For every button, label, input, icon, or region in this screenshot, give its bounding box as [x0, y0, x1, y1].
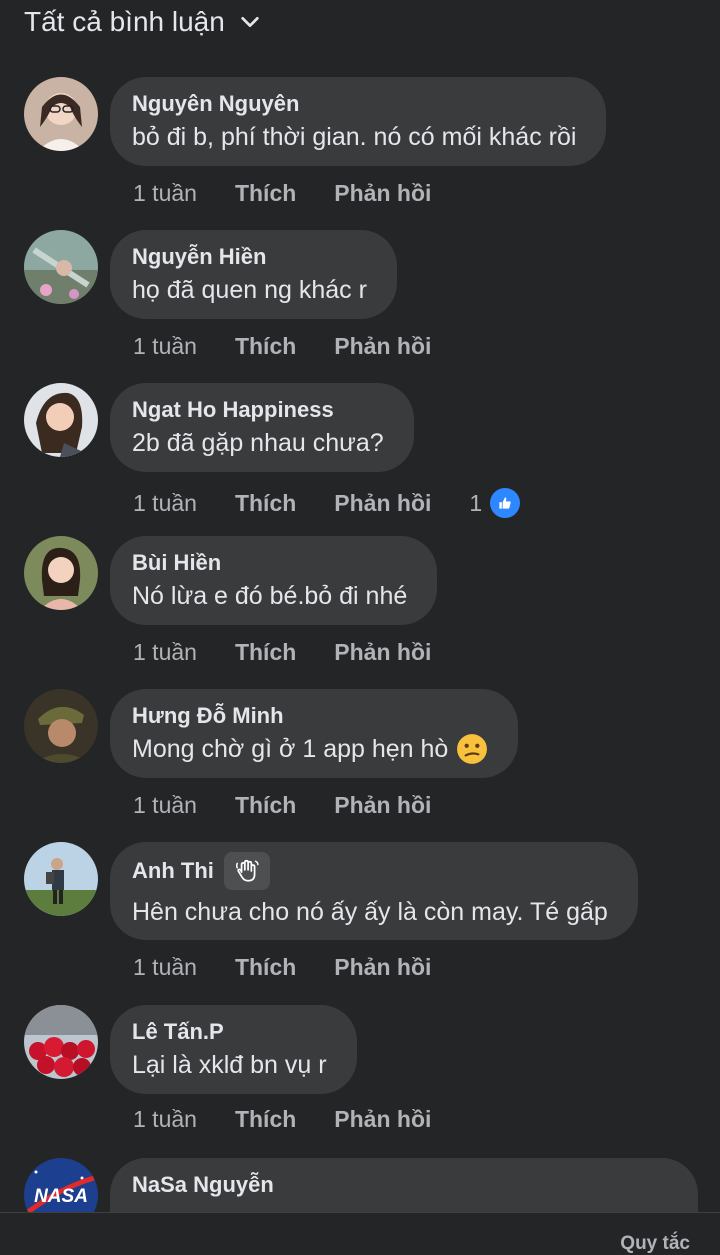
commenter-name[interactable]: Ngat Ho Happiness: [132, 395, 384, 425]
comment-actions: 1 tuần Thích Phản hồi: [133, 180, 431, 207]
reply-button[interactable]: Phản hồi: [334, 954, 431, 981]
comment-time[interactable]: 1 tuần: [133, 954, 197, 981]
comment-actions: 1 tuần Thích Phản hồi: [133, 792, 431, 819]
comment-actions: 1 tuần Thích Phản hồi 1: [133, 486, 523, 520]
comment-bubble: Hưng Đỗ Minh Mong chờ gì ở 1 app hẹn hò: [110, 689, 519, 778]
reaction-count[interactable]: 1: [469, 486, 523, 520]
comment-text: Nó lừa e đó bé.bỏ đi nhé: [132, 582, 408, 610]
comment-bubble: Anh Thi Hên chưa cho nó ấy ấy là còn may…: [110, 842, 638, 940]
avatar[interactable]: [24, 689, 98, 763]
like-button[interactable]: Thích: [235, 1106, 296, 1133]
avatar[interactable]: [24, 536, 98, 610]
confused-face-icon: [457, 734, 488, 764]
like-button[interactable]: Thích: [235, 954, 296, 981]
comment-bubble: Ngat Ho Happiness 2b đã gặp nhau chưa?: [110, 383, 414, 472]
commenter-name[interactable]: Bùi Hiền: [132, 548, 407, 578]
comment-actions: 1 tuần Thích Phản hồi: [133, 639, 431, 666]
comment-text: họ đã quen ng khác r: [132, 276, 367, 304]
avatar[interactable]: [24, 1005, 98, 1079]
chevron-down-icon: [241, 16, 259, 28]
like-button[interactable]: Thích: [235, 490, 296, 517]
comment-time[interactable]: 1 tuần: [133, 792, 197, 819]
commenter-name[interactable]: Lê Tấn.P: [132, 1017, 327, 1047]
reply-button[interactable]: Phản hồi: [334, 490, 431, 517]
avatar[interactable]: [24, 383, 98, 457]
reply-button[interactable]: Phản hồi: [334, 1106, 431, 1133]
comment-time[interactable]: 1 tuần: [133, 490, 197, 517]
comment-text: bỏ đi b, phí thời gian. nó có mối khác r…: [132, 123, 577, 151]
like-button[interactable]: Thích: [235, 639, 296, 666]
reply-button[interactable]: Phản hồi: [334, 639, 431, 666]
comment-time[interactable]: 1 tuần: [133, 1106, 197, 1133]
like-button[interactable]: Thích: [235, 180, 296, 207]
avatar[interactable]: [24, 230, 98, 304]
comment-bubble: Nguyên Nguyên bỏ đi b, phí thời gian. nó…: [110, 77, 607, 166]
reaction-count-value: 1: [469, 489, 483, 516]
commenter-name[interactable]: Anh Thi: [132, 852, 608, 890]
commenter-name[interactable]: Nguyễn Hiền: [132, 242, 367, 272]
top-fan-wave-icon[interactable]: [223, 852, 270, 890]
comment-filter-dropdown[interactable]: Tất cả bình luận: [24, 4, 261, 40]
reply-button[interactable]: Phản hồi: [334, 792, 431, 819]
like-button[interactable]: Thích: [235, 333, 296, 360]
comment-text: 2b đã gặp nhau chưa?: [132, 429, 384, 457]
comment-text: Mong chờ gì ở 1 app hẹn hò: [132, 731, 488, 767]
comment-bubble: Nguyễn Hiền họ đã quen ng khác r: [110, 230, 397, 319]
thumbs-up-icon: [488, 486, 523, 520]
comment-actions: 1 tuần Thích Phản hồi: [133, 954, 431, 981]
comment-time[interactable]: 1 tuần: [133, 333, 197, 360]
comment-actions: 1 tuần Thích Phản hồi: [133, 1106, 431, 1133]
comment-time[interactable]: 1 tuần: [133, 639, 197, 666]
reply-button[interactable]: Phản hồi: [334, 180, 431, 207]
filter-label: Tất cả bình luận: [24, 6, 225, 37]
comment-text-content: Mong chờ gì ở 1 app hẹn hò: [132, 735, 449, 763]
comment-time[interactable]: 1 tuần: [133, 180, 197, 207]
comment-actions: 1 tuần Thích Phản hồi: [133, 333, 431, 360]
commenter-name-text: Anh Thi: [132, 858, 214, 883]
bottom-bar: Quy tắc: [0, 1212, 720, 1254]
like-button[interactable]: Thích: [235, 792, 296, 819]
comment-bubble: Bùi Hiền Nó lừa e đó bé.bỏ đi nhé: [110, 536, 438, 625]
comment-text: Lại là xklđ bn vụ r: [132, 1051, 327, 1079]
comment-bubble: Lê Tấn.P Lại là xklđ bn vụ r: [110, 1005, 357, 1094]
commenter-name[interactable]: Nguyên Nguyên: [132, 89, 576, 119]
rules-link[interactable]: Quy tắc: [620, 1233, 690, 1255]
comment-text: Hên chưa cho nó ấy ấy là còn may. Té gấp: [132, 898, 608, 926]
reply-button[interactable]: Phản hồi: [334, 333, 431, 360]
avatar[interactable]: [24, 77, 98, 151]
commenter-name[interactable]: NaSa Nguyễn: [132, 1170, 668, 1200]
commenter-name[interactable]: Hưng Đỗ Minh: [132, 701, 488, 731]
avatar[interactable]: [24, 842, 98, 916]
nasa-logo-text: NASA: [34, 1186, 88, 1207]
